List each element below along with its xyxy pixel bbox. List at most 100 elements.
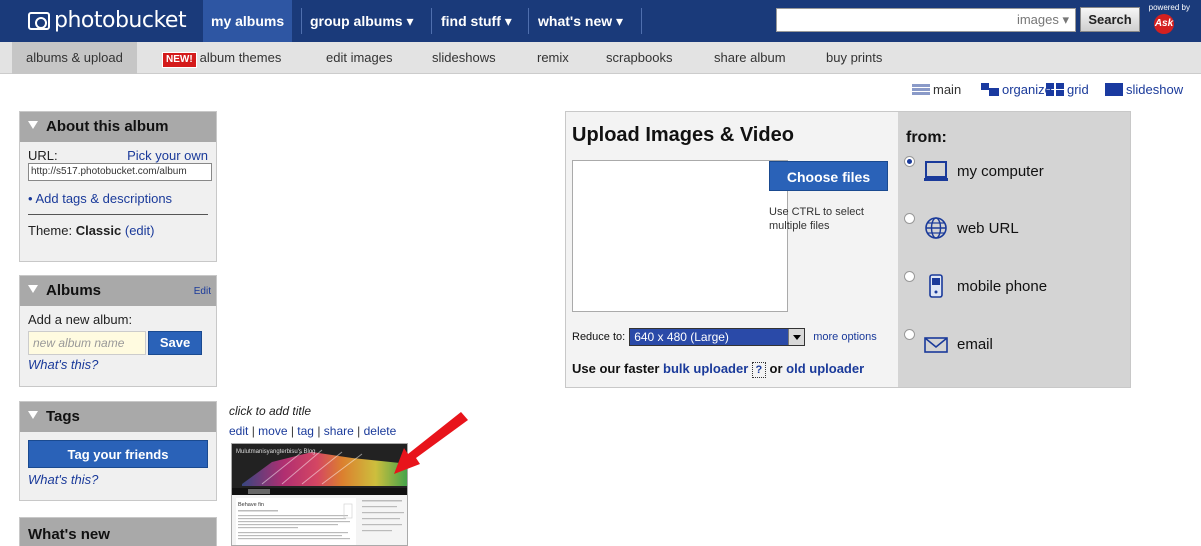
subtab-buy-prints[interactable]: buy prints [812, 42, 896, 74]
more-options-link[interactable]: more options [813, 331, 877, 343]
old-uploader-link[interactable]: old uploader [786, 361, 864, 376]
envelope-icon [924, 337, 948, 353]
subtab-remix[interactable]: remix [523, 42, 583, 74]
view-organize[interactable]: organize [981, 82, 1052, 97]
radio-my-computer[interactable] [904, 156, 915, 167]
radio-mobile-phone[interactable] [904, 271, 915, 282]
nav-tab-whats-new[interactable]: what's new ▾ [530, 0, 631, 42]
powered-by-label: powered by [1148, 3, 1190, 12]
theme-value: Classic [75, 223, 122, 238]
reduce-size-select[interactable]: 640 x 480 (Large) [629, 328, 806, 346]
search-button[interactable]: Search [1080, 7, 1140, 32]
panel-body: Add a new album: new album name Save What… [20, 306, 216, 378]
help-icon[interactable]: ? [751, 362, 766, 378]
album-url-field[interactable]: http://s517.photobucket.com/album [28, 163, 212, 181]
reduce-label: Reduce to: [572, 331, 626, 343]
move-link[interactable]: move [258, 424, 287, 438]
panel-body: Tag your friends What's this? [20, 432, 216, 493]
subtab-album-themes-label: album themes [199, 50, 282, 65]
tag-your-friends-button[interactable]: Tag your friends [28, 440, 208, 468]
bullet-icon: • [28, 191, 33, 206]
subtab-album-themes[interactable]: NEW! album themes [150, 42, 295, 74]
view-grid-label: grid [1067, 82, 1089, 97]
grid-icon [1046, 83, 1064, 96]
source-my-computer[interactable]: my computer [904, 154, 1044, 188]
divider [28, 214, 208, 215]
upload-source-panel: from: my computer web URL mobile phone e… [898, 112, 1130, 387]
nav-tab-group-albums[interactable]: group albums ▾ [302, 0, 421, 42]
upload-title: Upload Images & Video [572, 124, 794, 146]
view-main[interactable]: main [912, 82, 961, 97]
nav-divider [528, 8, 529, 34]
panel-header[interactable]: What's new [20, 518, 216, 546]
ctrl-select-hint: Use CTRL to select multiple files [769, 206, 864, 232]
nav-tab-find-stuff[interactable]: find stuff ▾ [433, 0, 520, 42]
nav-tab-my-albums[interactable]: my albums [203, 0, 293, 42]
panel-header[interactable]: Albums Edit [20, 276, 216, 306]
search-box: images ▾ [776, 8, 1076, 32]
red-arrow-annotation-icon [394, 412, 468, 474]
phone-icon [929, 274, 943, 298]
nav-divider [641, 8, 642, 34]
panel-body: URL: Pick your own http://s517.photobuck… [20, 142, 216, 244]
edit-link[interactable]: edit [229, 424, 248, 438]
faster-prefix: Use our faster [572, 361, 660, 376]
source-email[interactable]: email [904, 327, 993, 361]
theme-edit-link[interactable]: (edit) [125, 223, 155, 238]
subtab-slideshows[interactable]: slideshows [418, 42, 510, 74]
subtab-albums-upload[interactable]: albums & upload [12, 42, 137, 74]
bulk-uploader-link[interactable]: bulk uploader [663, 361, 748, 376]
source-label: my computer [957, 162, 1044, 180]
source-label: web URL [957, 219, 1019, 237]
panel-header[interactable]: About this album [20, 112, 216, 142]
tag-link[interactable]: tag [297, 424, 314, 438]
panel-title: Tags [46, 408, 80, 425]
from-label: from: [906, 129, 947, 146]
new-album-name-input[interactable]: new album name [28, 331, 146, 355]
view-organize-label: organize [1002, 82, 1052, 97]
subtab-share-album[interactable]: share album [700, 42, 800, 74]
radio-web-url[interactable] [904, 213, 915, 224]
add-tags-link[interactable]: Add tags & descriptions [35, 191, 172, 206]
whats-this-link[interactable]: What's this? [28, 472, 208, 487]
subtab-edit-images[interactable]: edit images [312, 42, 406, 74]
organize-icon [981, 83, 999, 96]
pick-your-own-link[interactable]: Pick your own [127, 148, 208, 163]
whats-new-panel: What's new [19, 517, 217, 546]
search-scope-select[interactable]: images ▾ [999, 9, 1075, 31]
panel-title: What's new [28, 526, 110, 543]
source-mobile-phone[interactable]: mobile phone [904, 269, 1047, 303]
view-grid[interactable]: grid [1046, 82, 1089, 97]
photobucket-logo[interactable]: photobucket [28, 8, 187, 33]
panel-title: About this album [46, 118, 169, 135]
post-title-text: Behave fin [238, 502, 264, 508]
file-drop-area[interactable] [572, 160, 788, 312]
source-web-url[interactable]: web URL [904, 211, 1019, 245]
add-title-prompt[interactable]: click to add title [229, 404, 311, 418]
nav-divider [431, 8, 432, 34]
whats-this-link[interactable]: What's this? [28, 357, 208, 372]
collapse-triangle-icon [28, 411, 38, 419]
new-badge: NEW! [162, 52, 197, 68]
tags-panel: Tags Tag your friends What's this? [19, 401, 217, 501]
choose-files-button[interactable]: Choose files [769, 161, 888, 191]
panel-header[interactable]: Tags [20, 402, 216, 432]
radio-email[interactable] [904, 329, 915, 340]
add-album-label: Add a new album: [28, 312, 133, 327]
top-navigation-bar: photobucket my albums group albums ▾ fin… [0, 0, 1201, 42]
search-input[interactable] [777, 9, 997, 31]
share-link[interactable]: share [324, 424, 354, 438]
source-label: mobile phone [957, 277, 1048, 295]
reduce-size-value: 640 x 480 (Large) [634, 330, 729, 344]
albums-edit-link[interactable]: Edit [194, 277, 211, 307]
monitor-icon [924, 161, 948, 181]
image-thumbnail[interactable]: Mulutmanisyangterbisu's Blog Behave fin [231, 443, 408, 546]
albums-panel: Albums Edit Add a new album: new album na… [19, 275, 217, 387]
view-slideshow[interactable]: slideshow [1105, 82, 1183, 97]
save-button[interactable]: Save [148, 331, 202, 355]
add-album-row: new album name Save [28, 331, 208, 355]
subtab-scrapbooks[interactable]: scrapbooks [592, 42, 686, 74]
theme-label: Theme: [28, 223, 73, 238]
ask-logo[interactable]: powered by Ask [1146, 3, 1192, 37]
blog-screenshot-image: Mulutmanisyangterbisu's Blog Behave fin [232, 444, 407, 545]
